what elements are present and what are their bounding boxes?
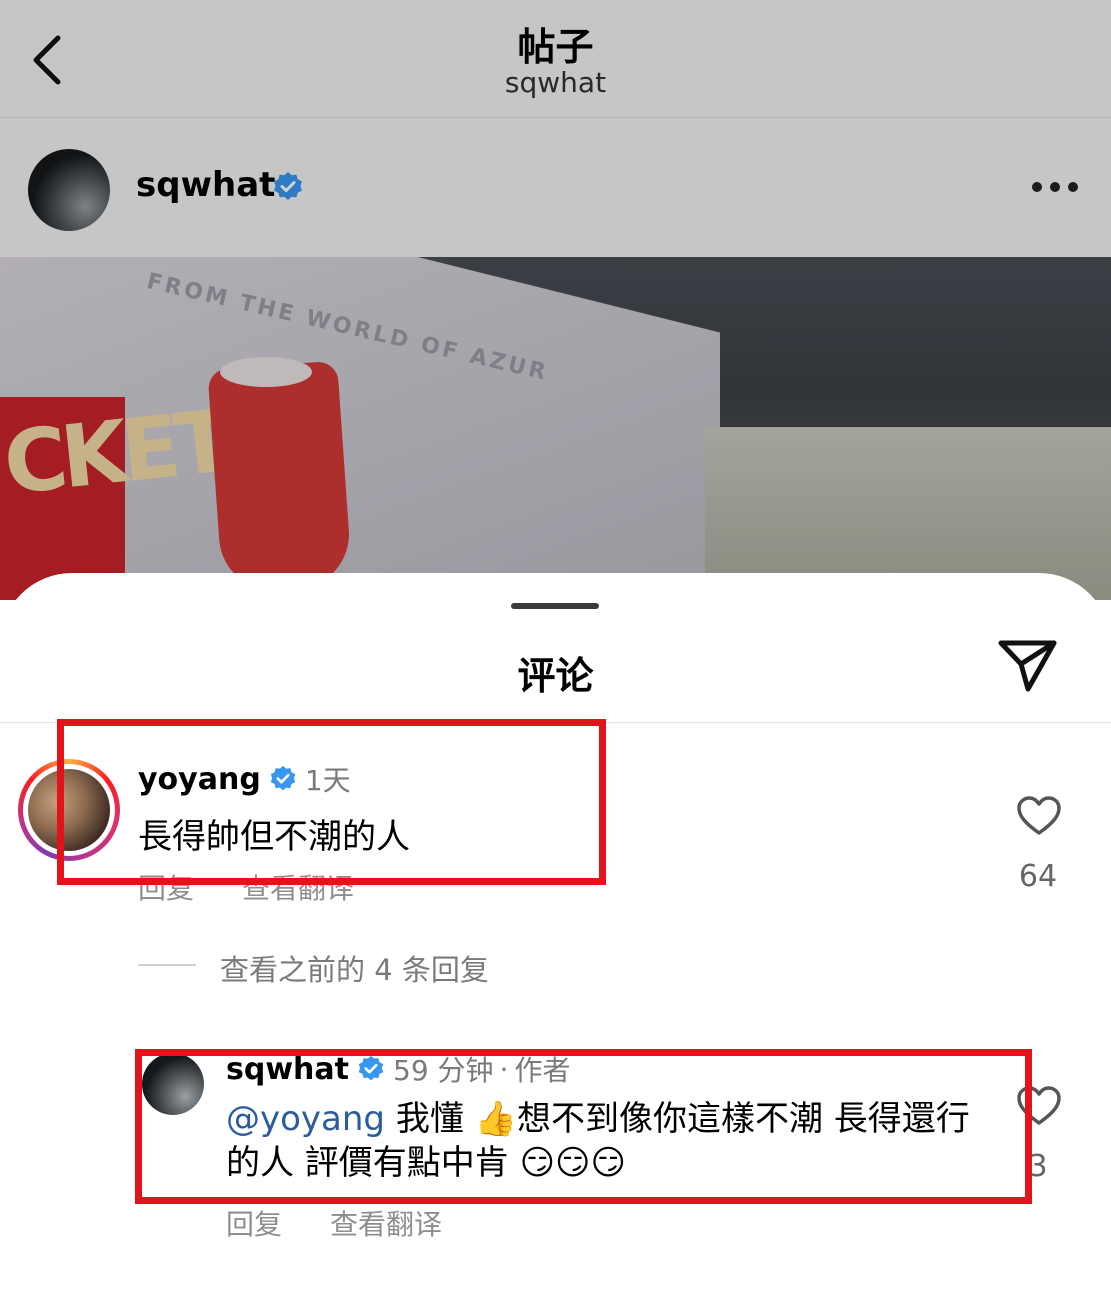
- see-translation-button[interactable]: 查看翻译: [330, 1203, 442, 1243]
- verified-badge-icon: [358, 1055, 384, 1081]
- comment-time: 1天: [304, 764, 351, 797]
- story-ring[interactable]: [18, 759, 120, 861]
- like-button[interactable]: [1016, 1085, 1062, 1127]
- like-button[interactable]: [1016, 795, 1062, 837]
- verified-badge-icon: [270, 765, 296, 791]
- comment-username[interactable]: yoyang: [138, 762, 261, 797]
- comment-text: @yoyang 我懂 👍想不到像你這樣不潮 長得還行的人 評價有點中肯 😏😏😏: [226, 1097, 986, 1185]
- like-count: 3: [1028, 1149, 1048, 1184]
- comment-header: yoyang 1天: [138, 759, 351, 799]
- divider: [0, 722, 1111, 723]
- separator: ·: [499, 1052, 509, 1086]
- heart-icon: [1017, 1086, 1061, 1125]
- comment-username[interactable]: sqwhat: [226, 1052, 349, 1087]
- avatar: [28, 769, 110, 851]
- comment-header: sqwhat 59 分钟 · 作者: [226, 1049, 570, 1089]
- sheet-title: 评论: [517, 654, 594, 698]
- annotation-box: [57, 719, 606, 885]
- comment-time: 59 分钟: [393, 1054, 494, 1087]
- reply-button[interactable]: 回复: [138, 867, 194, 907]
- author-badge: 作者: [514, 1054, 571, 1087]
- mention-link[interactable]: @yoyang: [226, 1099, 385, 1139]
- divider: [138, 964, 196, 966]
- reply-button[interactable]: 回复: [226, 1203, 282, 1243]
- avatar[interactable]: [142, 1053, 204, 1115]
- view-previous-replies-button[interactable]: 查看之前的 4 条回复: [220, 947, 489, 989]
- see-translation-button[interactable]: 查看翻译: [242, 867, 354, 907]
- send-icon: [998, 640, 1057, 692]
- post-view: 帖子 sqwhat sqwhat FROM THE WORLD OF AZUR …: [0, 0, 1111, 600]
- dim-overlay: [0, 0, 1111, 600]
- comments-sheet: 评论 yoyang 1天 長得帥但不潮的人 回复 查看翻译 64 查看之前的 4…: [0, 573, 1111, 1300]
- share-button[interactable]: [996, 635, 1060, 695]
- heart-icon: [1017, 796, 1061, 835]
- sheet-grabber[interactable]: [511, 603, 599, 609]
- like-count: 64: [1018, 859, 1058, 894]
- comment-text: 長得帥但不潮的人: [138, 817, 410, 857]
